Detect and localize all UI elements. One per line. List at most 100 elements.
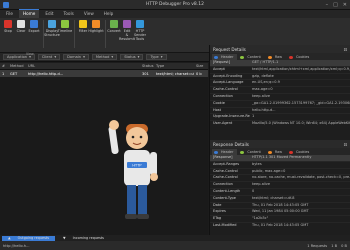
header-row[interactable]: Connection keep-alive [210,182,350,189]
status-url: http://hello.h... [3,243,30,248]
ribbon-separator [105,20,106,48]
tab-icon [289,150,293,154]
app-icon [3,1,9,8]
col-method[interactable]: Method [8,64,26,68]
edit-resubmit-button[interactable]: Edit & Resubmit [119,20,135,41]
header-value: Wed, 11 Jan 1984 05:00:00 GMT [252,209,309,214]
tab-icon [240,55,245,59]
header-key: Content-Length [213,188,241,193]
header-value: "1a2b3c" [252,216,269,221]
close-icon[interactable]: ✕ [343,2,347,8]
header-key: Last-Modified [213,222,237,227]
row-url: http://hello.http-d... [28,71,64,76]
header-row[interactable]: Date Thu, 01 Feb 2018 14:43:05 GMT [210,203,350,210]
col-url[interactable]: URL [26,64,140,68]
header-value: Thu, 01 Feb 2018 14:43:05 GMT [252,222,309,227]
filter-method[interactable]: Method ▾ [91,54,118,60]
header-key: [Response] [213,155,233,159]
col-status[interactable]: Status [140,64,154,68]
tab-icon [267,150,272,154]
chevron-down-icon: ▾ [54,54,57,59]
tab-incoming-requests[interactable]: ▼ Incoming requests [57,236,110,241]
header-row[interactable]: Accept-Encoding gzip, deflate [210,74,350,81]
filter-domain[interactable]: Domain ▾ [63,54,89,60]
header-row[interactable]: Cache-Control max-age=0 [210,87,350,94]
minimize-icon[interactable]: – [326,2,329,8]
chevron-down-icon: ▾ [83,54,85,59]
header-row[interactable]: Last-Modified Thu, 01 Feb 2018 14:43:05 G… [210,223,350,229]
menu-file[interactable]: File [2,10,17,18]
header-row[interactable]: Cache-Control public, max-age=0 [210,169,350,176]
header-key: Cache-Control [213,168,238,173]
header-value: bytes [252,161,262,166]
header-row[interactable]: Host hello.http-d... [210,108,350,115]
status-received: 0 B [341,243,347,248]
header-row[interactable]: Cookie _ga=GA1.2.01999362.1573199767; _gi… [210,101,350,108]
header-row[interactable]: Connection keep-alive [210,94,350,101]
maximize-icon[interactable]: □ [333,2,338,8]
header-value: en-US,en;q=0.9 [252,80,280,85]
menu-home[interactable]: Home [19,9,40,18]
status-requests: 1 Requests [307,243,328,248]
header-value: Thu, 01 Feb 2018 14:43:05 GMT [252,202,309,207]
svg-text:HTTP: HTTP [132,164,142,168]
http-sender-tools-button[interactable]: HTTP Sender Tools [134,20,146,41]
header-row[interactable]: User-Agent Mozilla/5.0 (Windows NT 10.0; … [210,121,350,126]
clear-button[interactable]: Clear [15,20,27,33]
highlight-button[interactable]: Highlight [88,20,104,33]
export-button[interactable]: Export [28,20,40,33]
header-row[interactable]: Cache-Control no-store, no-cache, must-re… [210,175,350,183]
header-row[interactable]: ETag "1a2b3c" [210,216,350,223]
filter-icon [79,20,87,28]
header-row[interactable]: Upgrade-Insecure-Request1 [210,114,350,122]
header-row[interactable]: Accept-Language en-US,en;q=0.9 [210,80,350,88]
menu-help[interactable]: Help [100,10,118,18]
header-value: no-store, no-cache, must-revalidate, pos… [252,175,350,180]
response-tabs: Header Content Raw Cookies [210,148,350,155]
col-num[interactable]: # [0,64,8,68]
filter-client[interactable]: Client ▾ [37,54,61,60]
response-details-title: Response Details [213,141,249,147]
header-row[interactable]: [Response] HTTP/1.1 301 Moved Permanently [210,155,350,162]
request-list-pane: # Method URL Status Type Size 1 GET http… [0,63,208,235]
display-structure-button[interactable]: Display Structure [44,20,60,37]
menu-edit[interactable]: Edit [41,10,57,18]
filter-label: Method [95,54,110,59]
header-row[interactable]: Expires Wed, 11 Jan 1984 05:00:00 GMT [210,209,350,217]
menu-tools[interactable]: Tools [60,10,78,18]
filter-type[interactable]: Type ▾ [146,54,167,60]
filter-status[interactable]: Status ▾ [120,54,144,60]
header-row[interactable]: Accept-Ranges bytes [210,162,350,169]
ribbon-separator [74,20,75,48]
filter-button[interactable]: Filter [77,20,89,33]
structure-icon [48,20,56,28]
window-title: HTTP Debugger Pro v8.12 [146,2,204,7]
status-bar: http://hello.h... 1 Requests 1 B 0 B [0,241,350,250]
ribbon-button-label: Highlight [88,29,104,33]
row-status: 301 [142,71,149,76]
header-row[interactable]: Accept text/html,application/xhtml+xml,ap… [210,67,350,74]
header-row[interactable]: Content-Length 0 [210,189,350,196]
header-key: Accept-Encoding [213,73,243,78]
stop-button[interactable]: Stop [2,20,14,33]
table-row[interactable]: 1 GET http://hello.http-d... 301 text/ht… [0,70,208,77]
ribbon-button-label: HTTP Sender Tools [133,29,147,41]
header-value: 1 [252,114,255,119]
col-size[interactable]: Size [194,64,208,68]
header-key: Host [213,107,221,112]
col-type[interactable]: Type [154,64,194,68]
header-key: Upgrade-Insecure-Request [213,114,250,119]
header-key: Cache-Control [213,175,238,180]
tab-outgoing-requests[interactable]: ▲ Outgoing requests [2,235,55,241]
header-value: text/html; charset=utf-8 [252,195,295,200]
header-row[interactable]: [Request] GET / HTTP/1.1 [210,60,350,67]
chevron-down-icon: ▾ [160,54,163,59]
export-icon [30,20,38,28]
menu-view[interactable]: View [80,10,98,18]
header-value: text/html,application/xhtml+xml,applicat… [252,66,350,71]
panel-pin-icon[interactable]: ⊡ [343,47,347,52]
panel-pin-icon[interactable]: ⊡ [343,142,347,147]
timeline-button[interactable]: Timeline [58,20,72,33]
header-row[interactable]: Content-Type text/html; charset=utf-8 [210,196,350,203]
tab-icon [289,55,293,59]
